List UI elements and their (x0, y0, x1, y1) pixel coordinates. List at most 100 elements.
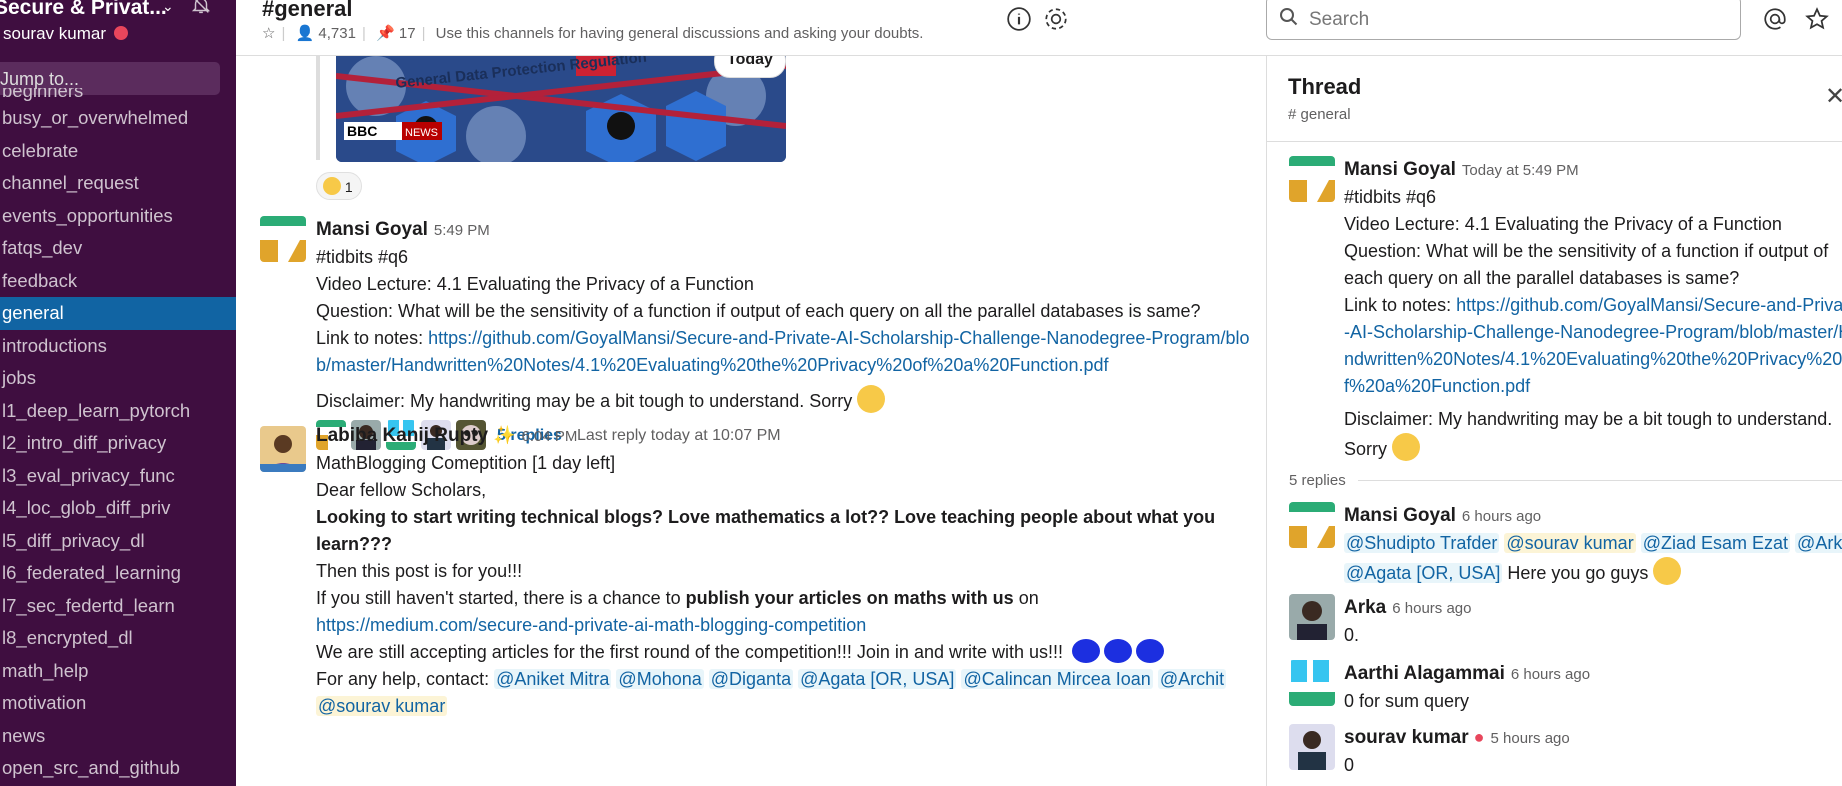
message-bold-text: publish your articles on maths with us (685, 588, 1014, 608)
pin-icon[interactable]: 📌 (376, 25, 395, 42)
slack-app: Secure & Privat... ⌄ sourav kumar Jump t… (0, 0, 1842, 786)
sidebar-channel-general[interactable]: general (0, 297, 236, 330)
mentions-icon[interactable] (1762, 6, 1788, 32)
user-mention[interactable]: @Aniket Mitra (494, 669, 612, 689)
message-time[interactable]: 6 hours ago (1462, 508, 1541, 525)
date-divider: Today (714, 56, 786, 78)
message-text: on (1013, 588, 1039, 608)
user-mention[interactable]: @Agata [OR, USA] (798, 669, 957, 689)
avatar[interactable] (1289, 594, 1335, 640)
chevron-down-icon[interactable]: ⌄ (162, 0, 174, 15)
user-mention[interactable]: @sourav kumar (316, 696, 448, 716)
avatar[interactable] (1289, 502, 1335, 548)
message-author[interactable]: Mansi Goyal (316, 219, 428, 240)
medium-link[interactable]: https://medium.com/secure-and-private-ai… (316, 615, 866, 635)
user-name: sourav kumar (3, 24, 106, 43)
message-author[interactable]: Mansi Goyal (1344, 159, 1456, 180)
current-user[interactable]: sourav kumar (3, 24, 128, 44)
jump-label: Jump to... (0, 69, 80, 89)
gear-icon[interactable] (1043, 6, 1069, 32)
news-label: NEWS (405, 127, 438, 139)
avatar[interactable] (1289, 724, 1335, 770)
notifications-bell-icon[interactable] (190, 0, 212, 16)
sidebar-channel-l4-loc-glob-diff-priv[interactable]: l4_loc_glob_diff_priv (0, 492, 236, 525)
sidebar-channel-l6-federated-learning[interactable]: l6_federated_learning (0, 557, 236, 590)
user-mention[interactable]: @Agata [OR, USA] (1344, 563, 1503, 583)
channel-topic[interactable]: Use this channels for having general dis… (436, 25, 924, 42)
sidebar-channel-l1-deep-learn-pytorch[interactable]: l1_deep_learn_pytorch (0, 395, 236, 428)
message-time[interactable]: Today at 5:49 PM (1462, 162, 1579, 179)
close-icon[interactable]: ✕ (1825, 82, 1842, 111)
member-count[interactable]: 4,731 (318, 25, 356, 42)
message-line: Question: What will be the sensitivity o… (316, 301, 1201, 321)
sidebar-channel-events-opportunities[interactable]: events_opportunities (0, 200, 236, 233)
user-mention[interactable]: @Shudipto Trafder (1344, 533, 1500, 553)
thread-channel[interactable]: # general (1288, 106, 1351, 123)
message-line: Looking to start writing technical blogs… (316, 507, 1216, 554)
message-author[interactable]: Arka (1344, 597, 1386, 618)
channel-header: #general ☆ | 👤 4,731 | 📌 17 | Use this chan… (236, 0, 1842, 56)
reaction-count: 1 (344, 179, 353, 195)
avatar[interactable] (260, 216, 306, 262)
message-time[interactable]: 5:49 PM (434, 222, 490, 239)
sidebar-channel-celebrate[interactable]: celebrate (0, 135, 236, 168)
sidebar-channel-l5-diff-privacy-dl[interactable]: l5_diff_privacy_dl (0, 525, 236, 558)
message-pane: Today General Data Protection Regulation… (236, 56, 1266, 786)
user-mention[interactable]: @Calincan Mircea Ioan (961, 669, 1153, 689)
workspace-name[interactable]: Secure & Privat... (0, 0, 167, 20)
message-author[interactable]: Aarthi Alagammai (1344, 663, 1505, 684)
starred-items-icon[interactable] (1804, 6, 1830, 32)
sidebar-channel-l8-encrypted-dl[interactable]: l8_encrypted_dl (0, 622, 236, 655)
notes-link[interactable]: https://github.com/GoyalMansi/Secure-and… (316, 328, 1249, 375)
message-line: Dear fellow Scholars, (316, 480, 487, 500)
sidebar-channel-fatqs-dev[interactable]: fatqs_dev (0, 232, 236, 265)
user-mention[interactable]: @Archit (1157, 669, 1227, 689)
sidebar-channel-jobs[interactable]: jobs (0, 362, 236, 395)
user-mention[interactable]: @Ziad Esam Ezat (1640, 533, 1791, 553)
bbc-logo: BBC (347, 123, 377, 139)
user-mention[interactable]: @Mohona (616, 669, 704, 689)
sidebar-channel-l7-sec-federtd-learn[interactable]: l7_sec_federtd_learn (0, 590, 236, 623)
user-mention[interactable]: @sourav kumar (1504, 533, 1636, 553)
sidebar-channel-channel-request[interactable]: channel_request (0, 167, 236, 200)
sidebar-channel-news[interactable]: news (0, 720, 236, 753)
message-author[interactable]: sourav kumar (1344, 727, 1469, 748)
sidebar-channel-open-src-and-github[interactable]: open_src_and_github (0, 752, 236, 785)
sidebar-channel-l2-intro-diff-privacy[interactable]: l2_intro_diff_privacy (0, 427, 236, 460)
members-icon[interactable]: 👤 (296, 25, 315, 42)
pin-count[interactable]: 17 (399, 25, 416, 42)
avatar[interactable] (1289, 660, 1335, 706)
user-mention[interactable]: @Diganta (708, 669, 794, 689)
message-line: Link to notes: (316, 328, 429, 348)
grin-emoji-icon (1653, 557, 1682, 585)
status-icon: ● (1473, 727, 1485, 747)
message-author[interactable]: Mansi Goyal (1344, 505, 1456, 526)
blob-emoji-icon (1072, 639, 1101, 663)
sidebar-channel-introductions[interactable]: introductions (0, 330, 236, 363)
thread-header: Thread # general ✕ (1267, 56, 1842, 142)
message-line: #tidbits #q6 (316, 247, 409, 267)
message-time[interactable]: 5 hours ago (1491, 730, 1570, 747)
user-mention[interactable]: @Arka (1795, 533, 1842, 553)
thread-pane: Thread # general ✕ Mansi Goyal Today at 5… (1266, 56, 1842, 786)
avatar[interactable] (1289, 156, 1335, 202)
sidebar-channel-feedback[interactable]: feedback (0, 265, 236, 298)
reaction-laugh[interactable]: 1 (316, 172, 362, 200)
smile-emoji-icon (857, 385, 886, 413)
message-line: Video Lecture: 4.1 Evaluating the Privac… (316, 274, 754, 294)
info-icon[interactable] (1006, 6, 1032, 32)
message-author[interactable]: Labiba Kanij Rupty (316, 425, 488, 446)
sidebar-channel-motivation[interactable]: motivation (0, 687, 236, 720)
message-time[interactable]: 6 hours ago (1511, 666, 1590, 683)
message-text: For any help, contact: (316, 669, 495, 689)
message-time[interactable]: 6:04 PM (522, 428, 578, 445)
avatar[interactable] (260, 426, 306, 472)
sidebar-channel-l3-eval-privacy-func[interactable]: l3_eval_privacy_func (0, 460, 236, 493)
sidebar-channel-math-help[interactable]: math_help (0, 655, 236, 688)
message-time[interactable]: 6 hours ago (1392, 600, 1471, 617)
sidebar-channel-busy-or-overwhelmed[interactable]: busy_or_overwhelmed (0, 102, 236, 135)
search-input[interactable]: Search (1266, 0, 1741, 40)
star-icon[interactable]: ☆ (262, 25, 275, 42)
sidebar-channel-beginners[interactable]: beginners (0, 88, 236, 102)
message-line: 0 for sum query (1344, 691, 1470, 711)
